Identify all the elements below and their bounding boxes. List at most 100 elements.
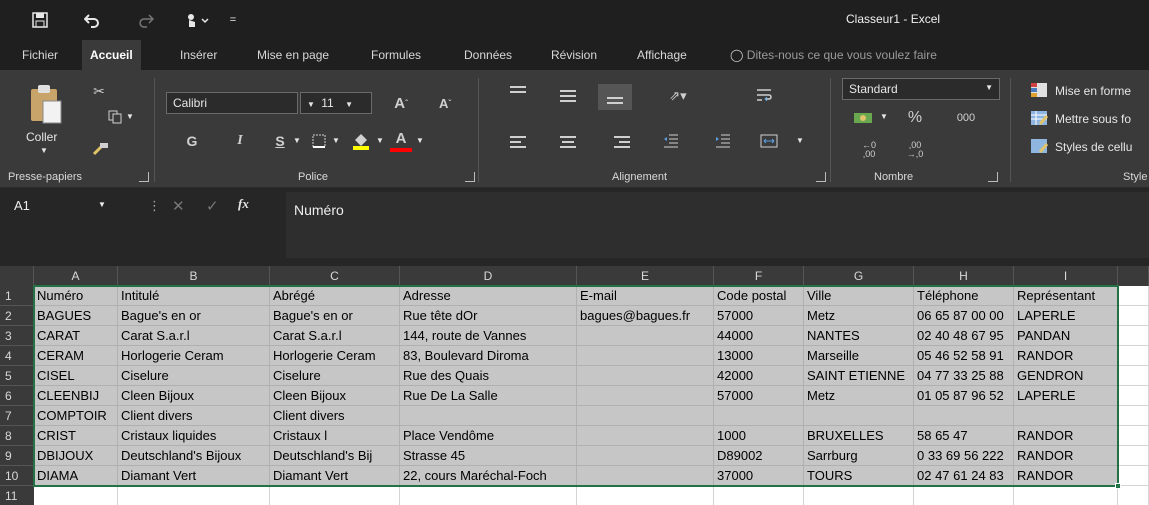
- cell[interactable]: Adresse: [400, 286, 577, 306]
- cell[interactable]: Bague's en or: [270, 306, 400, 326]
- font-launcher-icon[interactable]: [465, 172, 475, 182]
- cell[interactable]: SAINT ETIENNE: [804, 366, 914, 386]
- cell[interactable]: Client divers: [118, 406, 270, 426]
- formula-input[interactable]: Numéro: [286, 192, 1149, 258]
- number-launcher-icon[interactable]: [988, 172, 998, 182]
- accounting-dropdown-icon[interactable]: ▼: [880, 112, 888, 121]
- fill-color-icon[interactable]: [348, 130, 374, 152]
- cell[interactable]: GENDRON: [1014, 366, 1118, 386]
- cell[interactable]: Horlogerie Ceram: [118, 346, 270, 366]
- row-header[interactable]: 2: [0, 306, 34, 326]
- cell[interactable]: RANDOR: [1014, 446, 1118, 466]
- cell[interactable]: [577, 486, 714, 505]
- row-header[interactable]: 3: [0, 326, 34, 346]
- column-header[interactable]: I: [1014, 266, 1118, 286]
- cell[interactable]: 83, Boulevard Diroma: [400, 346, 577, 366]
- underline-dropdown-icon[interactable]: ▼: [293, 136, 301, 145]
- borders-icon[interactable]: [308, 130, 330, 152]
- cell[interactable]: RANDOR: [1014, 426, 1118, 446]
- font-color-icon[interactable]: A: [390, 128, 412, 152]
- merge-center-icon[interactable]: [756, 130, 782, 152]
- cell[interactable]: Cleen Bijoux: [270, 386, 400, 406]
- accounting-format-icon[interactable]: [850, 108, 876, 128]
- cell[interactable]: [1014, 486, 1118, 505]
- conditional-formatting-label[interactable]: Mise en forme: [1055, 84, 1131, 98]
- increase-indent-icon[interactable]: [712, 130, 734, 152]
- cell[interactable]: Marseille: [804, 346, 914, 366]
- cell[interactable]: Carat S.a.r.l: [270, 326, 400, 346]
- cell[interactable]: BAGUES: [34, 306, 118, 326]
- percent-button[interactable]: %: [904, 108, 926, 128]
- name-box[interactable]: A1 ▼: [8, 194, 136, 220]
- cell[interactable]: 0 33 69 56 222: [914, 446, 1014, 466]
- cell[interactable]: CRIST: [34, 426, 118, 446]
- cell[interactable]: CLEENBIJ: [34, 386, 118, 406]
- decrease-font-size-icon[interactable]: Aˇ: [434, 92, 456, 114]
- touch-mode-icon[interactable]: [180, 10, 214, 30]
- cell[interactable]: Téléphone: [914, 286, 1014, 306]
- cell[interactable]: Intitulé: [118, 286, 270, 306]
- cell[interactable]: Sarrburg: [804, 446, 914, 466]
- borders-dropdown-icon[interactable]: ▼: [332, 136, 340, 145]
- cell[interactable]: [714, 406, 804, 426]
- cell[interactable]: Client divers: [270, 406, 400, 426]
- font-name-dropdown[interactable]: Calibri: [166, 92, 298, 114]
- cell[interactable]: [1118, 286, 1149, 306]
- align-right-icon[interactable]: [614, 136, 630, 148]
- cell[interactable]: [270, 486, 400, 505]
- spreadsheet-grid[interactable]: A B C D E F G H I 1 Numéro Intitulé Abrégé Adresse E-m…: [0, 266, 1149, 505]
- tab-affichage[interactable]: Affichage: [637, 40, 687, 70]
- tab-accueil[interactable]: Accueil: [82, 40, 141, 70]
- copy-icon[interactable]: [104, 106, 126, 128]
- cell[interactable]: Place Vendôme: [400, 426, 577, 446]
- cell[interactable]: 44000: [714, 326, 804, 346]
- fill-handle[interactable]: [1115, 483, 1121, 489]
- align-middle-icon[interactable]: [560, 90, 576, 102]
- tab-inserer[interactable]: Insérer: [180, 40, 217, 70]
- cell[interactable]: NANTES: [804, 326, 914, 346]
- cell[interactable]: 05 46 52 58 91: [914, 346, 1014, 366]
- tab-mise-en-page[interactable]: Mise en page: [257, 40, 329, 70]
- cell[interactable]: 42000: [714, 366, 804, 386]
- cell[interactable]: Ciselure: [118, 366, 270, 386]
- cell[interactable]: RANDOR: [1014, 466, 1118, 486]
- cell[interactable]: Code postal: [714, 286, 804, 306]
- clipboard-launcher-icon[interactable]: [139, 172, 149, 182]
- row-header[interactable]: 5: [0, 366, 34, 386]
- tab-donnees[interactable]: Données: [464, 40, 512, 70]
- column-header[interactable]: C: [270, 266, 400, 286]
- cancel-icon[interactable]: ✕: [172, 197, 185, 215]
- cell[interactable]: 57000: [714, 306, 804, 326]
- decrease-indent-icon[interactable]: [660, 130, 682, 152]
- cell[interactable]: [1118, 406, 1149, 426]
- cell[interactable]: [1118, 446, 1149, 466]
- cell[interactable]: [577, 386, 714, 406]
- row-header[interactable]: 1: [0, 286, 34, 306]
- cell[interactable]: LAPERLE: [1014, 386, 1118, 406]
- cell[interactable]: E-mail: [577, 286, 714, 306]
- cell[interactable]: Rue tête dOr: [400, 306, 577, 326]
- cell[interactable]: [1014, 406, 1118, 426]
- cell[interactable]: 13000: [714, 346, 804, 366]
- cell[interactable]: 58 65 47: [914, 426, 1014, 446]
- merge-dropdown-icon[interactable]: ▼: [796, 136, 804, 145]
- wrap-text-icon[interactable]: [750, 84, 780, 108]
- cell[interactable]: 02 40 48 67 95: [914, 326, 1014, 346]
- column-header[interactable]: G: [804, 266, 914, 286]
- cell[interactable]: [1118, 466, 1149, 486]
- align-left-icon[interactable]: [510, 136, 526, 148]
- increase-decimal-icon[interactable]: ←0,00: [858, 140, 880, 160]
- cell[interactable]: [577, 466, 714, 486]
- row-header[interactable]: 8: [0, 426, 34, 446]
- column-header[interactable]: A: [34, 266, 118, 286]
- paste-dropdown-icon[interactable]: ▼: [40, 146, 48, 155]
- paste-label[interactable]: Coller: [26, 130, 57, 144]
- align-center-icon[interactable]: [560, 136, 576, 148]
- underline-button[interactable]: S: [270, 130, 290, 152]
- save-icon[interactable]: [30, 10, 50, 30]
- orientation-icon[interactable]: ⇗▾: [658, 86, 698, 106]
- cell[interactable]: D89002: [714, 446, 804, 466]
- cell[interactable]: 1000: [714, 426, 804, 446]
- row-header[interactable]: 11: [0, 486, 34, 505]
- cell[interactable]: 57000: [714, 386, 804, 406]
